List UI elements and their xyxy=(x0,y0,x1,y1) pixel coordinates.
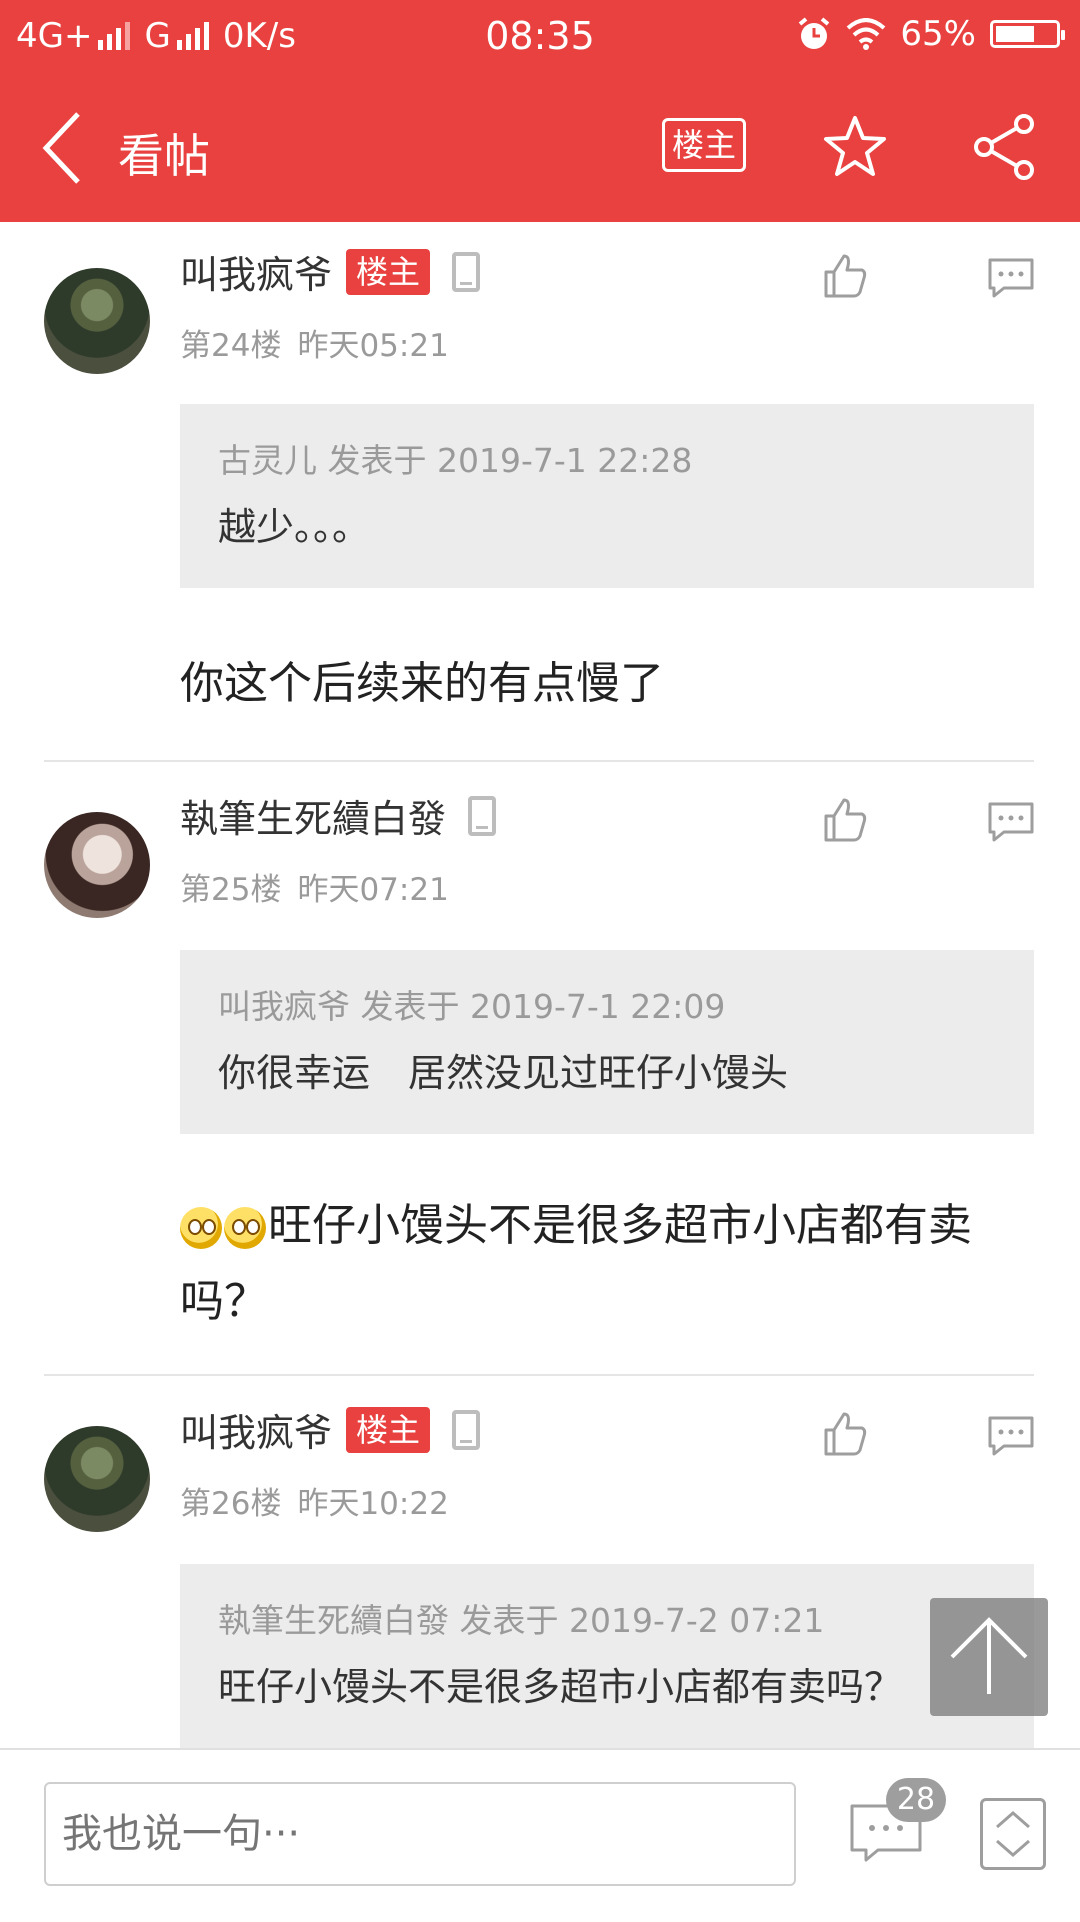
wifi-icon xyxy=(847,18,886,50)
eyes-emoji-icon xyxy=(180,1207,222,1249)
quote-meta: 叫我疯爷 发表于 2019-7-1 22:09 xyxy=(218,987,726,1026)
post-item: 執筆生死續白發 第25楼 昨天07:21 叫我疯爷 发表于 2019-7-1 2… xyxy=(0,766,1080,1376)
post-item: 叫我疯爷 楼主 第24楼 昨天05:21 古灵儿 发表于 2019-7-1 22… xyxy=(0,222,1080,762)
quote-meta: 執筆生死續白發 发表于 2019-7-2 07:21 xyxy=(218,1601,825,1640)
quote-text: 你很幸运 居然没见过旺仔小馒头 xyxy=(218,1051,789,1095)
post-content: 你这个后续来的有点慢了 xyxy=(180,658,664,709)
comment-count-badge: 28 xyxy=(886,1778,946,1822)
star-icon[interactable] xyxy=(822,114,888,180)
quote-box: 叫我疯爷 发表于 2019-7-1 22:09 你很幸运 居然没见过旺仔小馒头 xyxy=(180,950,1034,1134)
like-icon[interactable] xyxy=(820,794,870,844)
chevron-up-down-icon xyxy=(996,1811,1030,1857)
battery-icon xyxy=(990,20,1065,48)
eyes-emoji-icon xyxy=(224,1207,266,1249)
status-bar: 4G+ G 0K/s 08:35 65% xyxy=(0,0,1080,76)
avatar[interactable] xyxy=(44,812,150,918)
owner-badge: 楼主 xyxy=(346,1406,431,1453)
quote-text: 旺仔小馒头不是很多超市小店都有卖吗？ xyxy=(218,1665,903,1709)
alarm-icon xyxy=(799,17,830,49)
owner-only-button[interactable]: 楼主 xyxy=(662,118,746,172)
reply-icon[interactable] xyxy=(986,800,1036,844)
floor-number: 第26楼 xyxy=(180,1486,282,1522)
like-icon[interactable] xyxy=(820,250,870,300)
quote-box: 古灵儿 发表于 2019-7-1 22:28 越少。。。 xyxy=(180,404,1034,588)
avatar[interactable] xyxy=(44,268,150,374)
username[interactable]: 叫我疯爷 xyxy=(180,244,332,299)
quote-box: 執筆生死續白發 发表于 2019-7-2 07:21 旺仔小馒头不是很多超市小店… xyxy=(180,1564,1034,1748)
mobile-device-icon xyxy=(452,1409,481,1450)
reply-icon[interactable] xyxy=(986,256,1036,300)
owner-badge: 楼主 xyxy=(346,248,431,295)
page-title: 看帖 xyxy=(118,129,210,183)
quote-text: 越少。。。 xyxy=(218,505,371,549)
arrow-up-icon xyxy=(950,1617,1028,1694)
username[interactable]: 叫我疯爷 xyxy=(180,1402,332,1457)
bottom-bar: 28 xyxy=(0,1748,1080,1922)
like-icon[interactable] xyxy=(820,1408,870,1458)
post-item: 叫我疯爷 楼主 第26楼 昨天10:22 執筆生死續白發 发表于 2019-7-… xyxy=(0,1380,1080,1748)
scroll-to-top-button[interactable] xyxy=(930,1598,1048,1716)
floor-number: 第24楼 xyxy=(180,328,282,364)
share-icon[interactable] xyxy=(972,112,1038,182)
page-jump-button[interactable] xyxy=(980,1798,1046,1870)
mobile-device-icon xyxy=(468,795,497,836)
post-time: 昨天07:21 xyxy=(297,872,449,908)
post-content-text: 旺仔小馒头不是很多超市小店都有卖吗？ xyxy=(180,1200,972,1327)
post-time: 昨天05:21 xyxy=(297,328,449,364)
post-content: 旺仔小馒头不是很多超市小店都有卖吗？ xyxy=(180,1188,1020,1340)
comment-input[interactable] xyxy=(44,1782,796,1886)
reply-icon[interactable] xyxy=(986,1414,1036,1458)
username[interactable]: 執筆生死續白發 xyxy=(180,788,446,843)
divider xyxy=(44,760,1034,762)
mobile-device-icon xyxy=(452,251,481,292)
post-time: 昨天10:22 xyxy=(297,1486,449,1522)
avatar[interactable] xyxy=(44,1426,150,1532)
quote-meta: 古灵儿 发表于 2019-7-1 22:28 xyxy=(218,441,693,480)
divider xyxy=(44,1374,1034,1376)
back-arrow-icon[interactable] xyxy=(38,108,88,188)
top-nav-bar: 看帖 楼主 xyxy=(0,76,1080,222)
floor-number: 第25楼 xyxy=(180,872,282,908)
battery-percent: 65% xyxy=(900,14,976,54)
